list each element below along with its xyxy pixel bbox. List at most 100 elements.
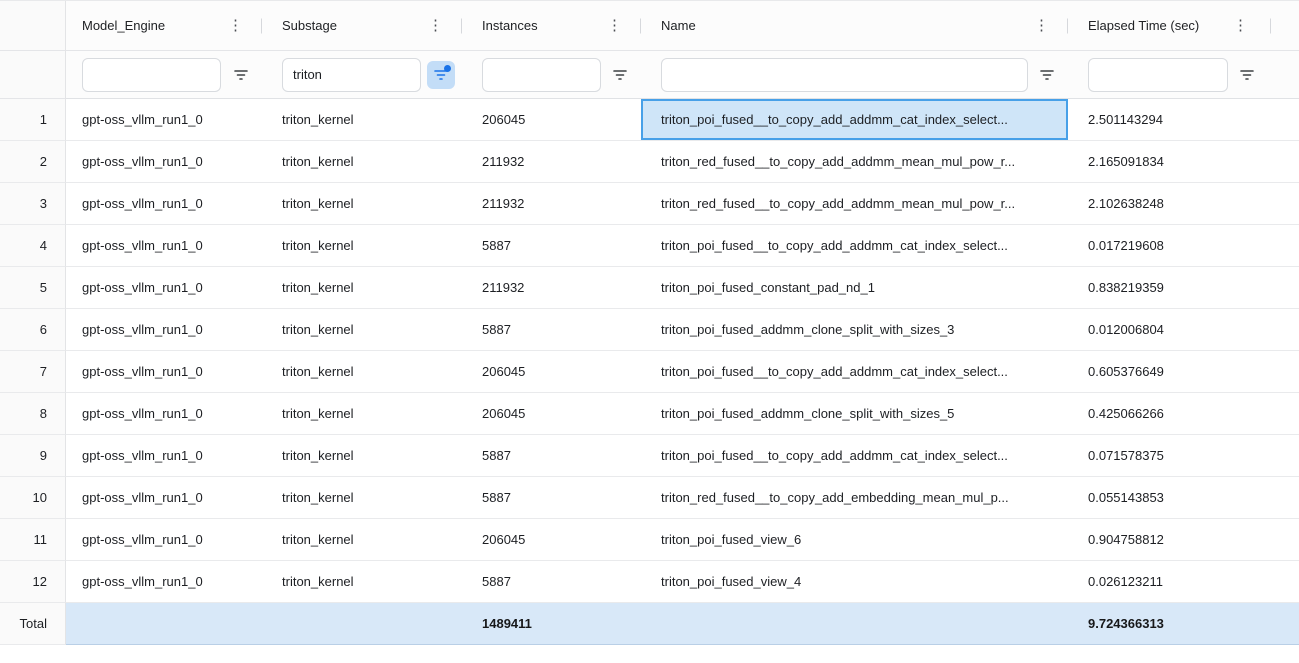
row-number: 11 — [0, 519, 66, 561]
filter-cell-elapsed-time — [1068, 51, 1299, 99]
cell-elapsed-time[interactable]: 0.605376649 — [1068, 351, 1299, 393]
filter-input-substage[interactable] — [282, 58, 421, 92]
cell-model-engine[interactable]: gpt-oss_vllm_run1_0 — [66, 309, 262, 351]
column-label: Elapsed Time (sec) — [1088, 18, 1199, 33]
cell-elapsed-time[interactable]: 0.904758812 — [1068, 519, 1299, 561]
cell-model-engine[interactable]: gpt-oss_vllm_run1_0 — [66, 519, 262, 561]
column-menu-icon[interactable]: ⋮ — [223, 14, 248, 37]
cell-name[interactable]: triton_poi_fused_view_6 — [641, 519, 1068, 561]
cell-substage[interactable]: triton_kernel — [262, 351, 462, 393]
cell-name[interactable]: triton_poi_fused_view_4 — [641, 561, 1068, 603]
filter-corner — [0, 51, 66, 99]
cell-substage[interactable]: triton_kernel — [262, 561, 462, 603]
cell-substage[interactable]: triton_kernel — [262, 225, 462, 267]
filter-input-elapsed-time[interactable] — [1088, 58, 1228, 92]
cell-elapsed-time[interactable]: 0.017219608 — [1068, 225, 1299, 267]
cell-model-engine[interactable]: gpt-oss_vllm_run1_0 — [66, 351, 262, 393]
cell-instances[interactable]: 5887 — [462, 477, 641, 519]
filter-icon[interactable] — [1233, 61, 1261, 89]
cell-substage[interactable]: triton_kernel — [262, 519, 462, 561]
table-row: 10 gpt-oss_vllm_run1_0 triton_kernel 588… — [0, 477, 1299, 519]
column-menu-icon[interactable]: ⋮ — [1029, 14, 1054, 37]
table-row: 1 gpt-oss_vllm_run1_0 triton_kernel 2060… — [0, 99, 1299, 141]
table-row: 9 gpt-oss_vllm_run1_0 triton_kernel 5887… — [0, 435, 1299, 477]
filter-input-name[interactable] — [661, 58, 1028, 92]
column-menu-icon[interactable]: ⋮ — [1228, 14, 1253, 37]
cell-model-engine[interactable]: gpt-oss_vllm_run1_0 — [66, 393, 262, 435]
cell-substage[interactable]: triton_kernel — [262, 99, 462, 141]
cell-elapsed-time[interactable]: 0.012006804 — [1068, 309, 1299, 351]
cell-instances[interactable]: 5887 — [462, 309, 641, 351]
cell-substage[interactable]: triton_kernel — [262, 267, 462, 309]
cell-model-engine[interactable]: gpt-oss_vllm_run1_0 — [66, 99, 262, 141]
cell-name[interactable]: triton_red_fused__to_copy_add_addmm_mean… — [641, 141, 1068, 183]
cell-substage[interactable]: triton_kernel — [262, 393, 462, 435]
cell-name[interactable]: triton_poi_fused__to_copy_add_addmm_cat_… — [641, 225, 1068, 267]
filter-icon[interactable] — [227, 61, 255, 89]
total-row: Total 1489411 9.724366313 — [0, 603, 1299, 645]
cell-elapsed-time[interactable]: 0.026123211 — [1068, 561, 1299, 603]
filter-input-model-engine[interactable] — [82, 58, 221, 92]
cell-instances[interactable]: 211932 — [462, 267, 641, 309]
filter-icon-active[interactable] — [427, 61, 455, 89]
cell-model-engine[interactable]: gpt-oss_vllm_run1_0 — [66, 183, 262, 225]
column-header-elapsed-time[interactable]: Elapsed Time (sec) ⋮ — [1068, 1, 1299, 51]
row-number: 8 — [0, 393, 66, 435]
cell-elapsed-time[interactable]: 0.838219359 — [1068, 267, 1299, 309]
cell-model-engine[interactable]: gpt-oss_vllm_run1_0 — [66, 435, 262, 477]
row-number: 5 — [0, 267, 66, 309]
row-number: 9 — [0, 435, 66, 477]
cell-name[interactable]: triton_poi_fused_addmm_clone_split_with_… — [641, 309, 1068, 351]
cell-model-engine[interactable]: gpt-oss_vllm_run1_0 — [66, 477, 262, 519]
cell-elapsed-time[interactable]: 2.102638248 — [1068, 183, 1299, 225]
filter-input-instances[interactable] — [482, 58, 601, 92]
cell-instances[interactable]: 206045 — [462, 519, 641, 561]
filter-icon[interactable] — [606, 61, 634, 89]
filter-icon[interactable] — [1033, 61, 1061, 89]
table-row: 4 gpt-oss_vllm_run1_0 triton_kernel 5887… — [0, 225, 1299, 267]
cell-instances[interactable]: 211932 — [462, 141, 641, 183]
row-number: 6 — [0, 309, 66, 351]
column-header-model-engine[interactable]: Model_Engine ⋮ — [66, 1, 262, 51]
column-header-instances[interactable]: Instances ⋮ — [462, 1, 641, 51]
cell-instances[interactable]: 206045 — [462, 351, 641, 393]
cell-model-engine[interactable]: gpt-oss_vllm_run1_0 — [66, 141, 262, 183]
row-number: 4 — [0, 225, 66, 267]
cell-substage[interactable]: triton_kernel — [262, 183, 462, 225]
cell-name[interactable]: triton_poi_fused__to_copy_add_addmm_cat_… — [641, 99, 1068, 141]
cell-elapsed-time[interactable]: 0.055143853 — [1068, 477, 1299, 519]
cell-name[interactable]: triton_poi_fused__to_copy_add_addmm_cat_… — [641, 351, 1068, 393]
cell-elapsed-time[interactable]: 2.501143294 — [1068, 99, 1299, 141]
column-header-name[interactable]: Name ⋮ — [641, 1, 1068, 51]
data-grid: Model_Engine ⋮ Substage ⋮ Instances ⋮ Na… — [0, 0, 1299, 645]
total-cell-model-engine — [66, 603, 262, 645]
cell-name[interactable]: triton_poi_fused_constant_pad_nd_1 — [641, 267, 1068, 309]
column-menu-icon[interactable]: ⋮ — [423, 14, 448, 37]
total-instances: 1489411 — [462, 603, 641, 645]
cell-elapsed-time[interactable]: 0.425066266 — [1068, 393, 1299, 435]
column-label: Instances — [482, 18, 538, 33]
column-header-substage[interactable]: Substage ⋮ — [262, 1, 462, 51]
cell-model-engine[interactable]: gpt-oss_vllm_run1_0 — [66, 561, 262, 603]
cell-instances[interactable]: 206045 — [462, 99, 641, 141]
cell-model-engine[interactable]: gpt-oss_vllm_run1_0 — [66, 225, 262, 267]
cell-name[interactable]: triton_poi_fused__to_copy_add_addmm_cat_… — [641, 435, 1068, 477]
cell-instances[interactable]: 5887 — [462, 561, 641, 603]
cell-instances[interactable]: 5887 — [462, 225, 641, 267]
cell-substage[interactable]: triton_kernel — [262, 477, 462, 519]
cell-instances[interactable]: 206045 — [462, 393, 641, 435]
cell-name[interactable]: triton_red_fused__to_copy_add_embedding_… — [641, 477, 1068, 519]
cell-substage[interactable]: triton_kernel — [262, 435, 462, 477]
cell-substage[interactable]: triton_kernel — [262, 309, 462, 351]
cell-name[interactable]: triton_poi_fused_addmm_clone_split_with_… — [641, 393, 1068, 435]
cell-instances[interactable]: 211932 — [462, 183, 641, 225]
cell-elapsed-time[interactable]: 2.165091834 — [1068, 141, 1299, 183]
cell-instances[interactable]: 5887 — [462, 435, 641, 477]
cell-model-engine[interactable]: gpt-oss_vllm_run1_0 — [66, 267, 262, 309]
cell-substage[interactable]: triton_kernel — [262, 141, 462, 183]
column-menu-icon[interactable]: ⋮ — [602, 14, 627, 37]
total-cell-name — [641, 603, 1068, 645]
table-row: 12 gpt-oss_vllm_run1_0 triton_kernel 588… — [0, 561, 1299, 603]
cell-elapsed-time[interactable]: 0.071578375 — [1068, 435, 1299, 477]
cell-name[interactable]: triton_red_fused__to_copy_add_addmm_mean… — [641, 183, 1068, 225]
